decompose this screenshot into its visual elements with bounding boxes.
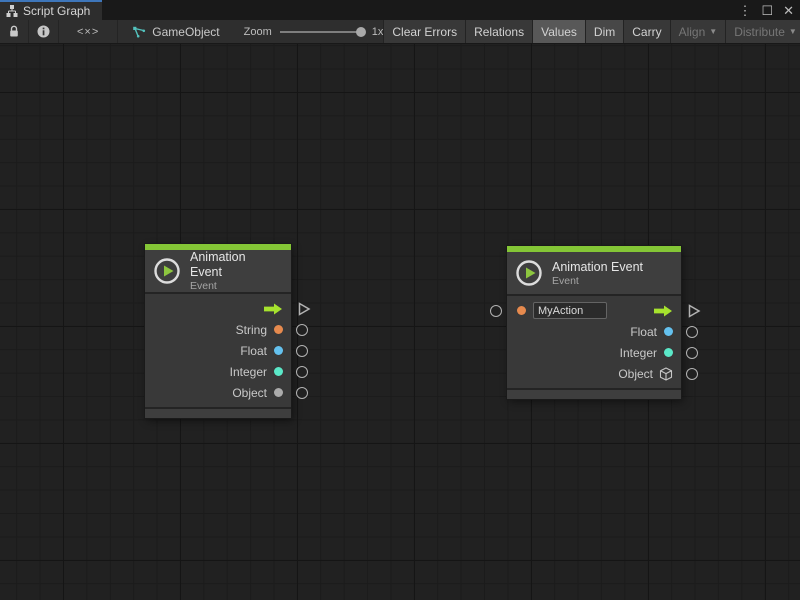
info-button[interactable]: [29, 20, 59, 43]
output-row-float: Float: [145, 340, 291, 361]
graph-toolbar: <×> GameObject Zoom 1x: [0, 20, 800, 44]
port-label: Integer: [620, 346, 657, 360]
chevron-down-icon: ▼: [709, 27, 717, 36]
zoom-slider[interactable]: [280, 26, 364, 38]
node-titles: Animation Event Event: [190, 250, 281, 292]
node-body: Float Integer Object: [507, 294, 681, 390]
code-view-button[interactable]: <×>: [59, 20, 118, 43]
name-input-port[interactable]: [490, 305, 502, 317]
node-footer: [145, 409, 291, 418]
zoom-slider-handle[interactable]: [356, 27, 366, 37]
info-icon: [37, 25, 50, 38]
integer-type-dot: [664, 348, 673, 357]
node-header[interactable]: Animation Event Event: [145, 250, 291, 292]
flow-arrow-icon: [654, 305, 673, 317]
node-footer: [507, 390, 681, 399]
port-label: Integer: [230, 365, 267, 379]
node-titles: Animation Event Event: [552, 260, 643, 287]
event-play-icon: [515, 259, 543, 287]
string-type-dot: [517, 306, 526, 315]
node-body: String Float Integer Object: [145, 292, 291, 409]
integer-output-port[interactable]: [686, 347, 698, 359]
node-subtitle: Event: [190, 280, 281, 292]
values-label: Values: [541, 25, 577, 39]
tab-title: Script Graph: [23, 4, 90, 18]
toolbar-buttons: Clear Errors Relations Values Dim Carry …: [383, 20, 800, 43]
dim-label: Dim: [594, 25, 615, 39]
dim-toggle[interactable]: Dim: [585, 20, 623, 43]
string-type-dot: [274, 325, 283, 334]
script-graph-asset-icon: [132, 26, 146, 38]
flow-output-port[interactable]: [298, 302, 311, 316]
cube-icon: [659, 367, 673, 381]
integer-output-port[interactable]: [296, 366, 308, 378]
port-label: String: [236, 323, 267, 337]
zoom-label: Zoom: [244, 26, 272, 38]
animation-event-node-1[interactable]: Animation Event Event String: [145, 244, 291, 418]
output-row-object: Object: [507, 363, 681, 384]
float-type-dot: [664, 327, 673, 336]
toolbar-left-group: <×> GameObject: [0, 20, 234, 43]
tab-script-graph[interactable]: Script Graph: [0, 0, 102, 20]
output-row-float: Float: [507, 321, 681, 342]
menu-icon[interactable]: ⋮: [738, 4, 751, 17]
output-row-integer: Integer: [507, 342, 681, 363]
zoom-control: Zoom 1x: [234, 20, 384, 43]
align-dropdown[interactable]: Align ▼: [670, 20, 726, 43]
port-label: Float: [630, 325, 657, 339]
script-graph-window: Script Graph ⋮ ☐ ✕: [0, 0, 800, 600]
integer-type-dot: [274, 367, 283, 376]
tab-bar: Script Graph ⋮ ☐ ✕: [0, 0, 800, 20]
clear-errors-button[interactable]: Clear Errors: [383, 20, 465, 43]
carry-button[interactable]: Carry: [623, 20, 669, 43]
float-output-port[interactable]: [296, 345, 308, 357]
relations-label: Relations: [474, 25, 524, 39]
node-header[interactable]: Animation Event Event: [507, 252, 681, 294]
output-row-string: String: [145, 319, 291, 340]
animation-event-node-2[interactable]: Animation Event Event Float: [507, 246, 681, 399]
chevron-down-icon: ▼: [789, 27, 797, 36]
align-label: Align: [679, 25, 706, 39]
clear-errors-label: Clear Errors: [392, 25, 457, 39]
node-title: Animation Event: [552, 260, 643, 275]
carry-label: Carry: [632, 25, 661, 39]
port-label: Object: [618, 367, 653, 381]
port-label: Float: [240, 344, 267, 358]
string-output-port[interactable]: [296, 324, 308, 336]
float-output-port[interactable]: [686, 326, 698, 338]
graph-hierarchy-icon: [6, 5, 18, 17]
distribute-dropdown[interactable]: Distribute ▼: [725, 20, 800, 43]
action-name-input[interactable]: [533, 302, 607, 319]
flow-output-port[interactable]: [688, 304, 701, 318]
zoom-value: 1x: [372, 26, 384, 38]
output-row-object: Object: [145, 382, 291, 403]
object-output-port[interactable]: [686, 368, 698, 380]
breadcrumb-label: GameObject: [152, 25, 219, 39]
object-output-port[interactable]: [296, 387, 308, 399]
breadcrumb[interactable]: GameObject: [118, 20, 233, 43]
lock-button[interactable]: [0, 20, 29, 43]
node-subtitle: Event: [552, 275, 643, 287]
maximize-icon[interactable]: ☐: [761, 4, 773, 17]
distribute-label: Distribute: [734, 25, 785, 39]
relations-button[interactable]: Relations: [465, 20, 532, 43]
name-input-flow-row: [507, 300, 681, 321]
object-type-dot: [274, 388, 283, 397]
values-toggle[interactable]: Values: [532, 20, 585, 43]
flow-output-row: [145, 298, 291, 319]
event-play-icon: [153, 257, 181, 285]
lock-icon: [8, 25, 20, 38]
window-controls: ⋮ ☐ ✕: [738, 0, 794, 20]
port-label: Object: [232, 386, 267, 400]
zoom-slider-track: [280, 31, 364, 33]
float-type-dot: [274, 346, 283, 355]
node-title: Animation Event: [190, 250, 281, 280]
code-view-glyph: <×>: [77, 26, 99, 38]
flow-arrow-icon: [264, 303, 283, 315]
close-icon[interactable]: ✕: [783, 4, 794, 17]
graph-canvas[interactable]: Animation Event Event String: [0, 44, 800, 600]
output-row-integer: Integer: [145, 361, 291, 382]
